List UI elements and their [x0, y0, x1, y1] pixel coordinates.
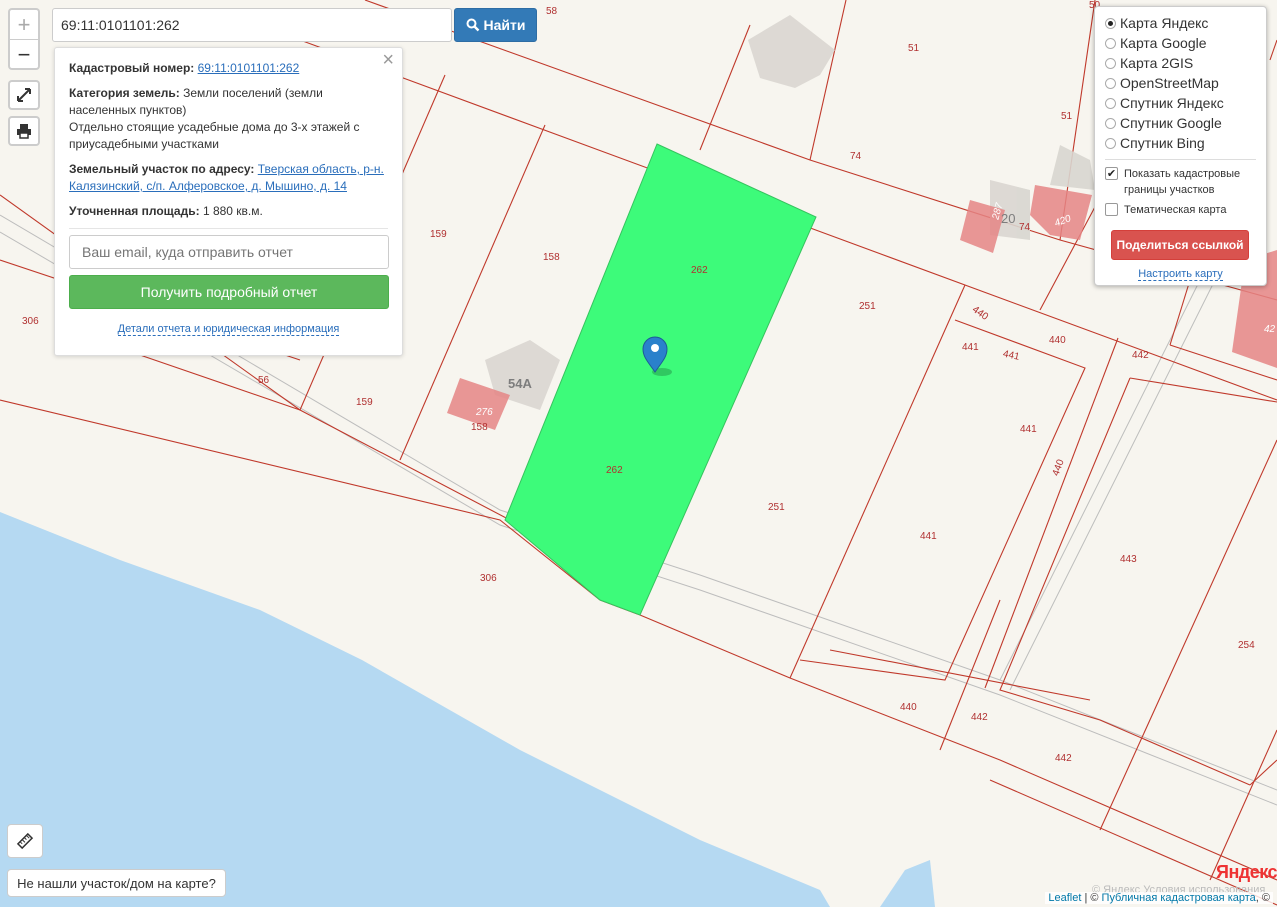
- building-label: 276: [475, 407, 493, 418]
- layer-option-label: Карта Яндекс: [1120, 15, 1209, 31]
- email-field[interactable]: [69, 235, 389, 269]
- address-label: Земельный участок по адресу:: [69, 162, 255, 176]
- zoom-out-button[interactable]: −: [10, 40, 38, 69]
- thematic-map-label: Тематическая карта: [1124, 204, 1227, 216]
- measure-button[interactable]: [7, 824, 43, 858]
- plot-label: 442: [1132, 350, 1149, 361]
- plot-label: 51: [908, 43, 920, 54]
- show-borders-label: Показать кадастровые границы участков: [1124, 168, 1241, 196]
- layer-switcher: Карта Яндекс Карта Google Карта 2GIS Ope…: [1094, 6, 1267, 286]
- address-row: Земельный участок по адресу: Тверская об…: [69, 161, 388, 195]
- layer-option-label: Спутник Google: [1120, 115, 1222, 131]
- radio-icon: [1105, 137, 1116, 149]
- search-button[interactable]: Найти: [454, 8, 537, 42]
- report-details-link[interactable]: Детали отчета и юридическая информация: [117, 323, 340, 336]
- layer-option-2gis-map[interactable]: Карта 2GIS: [1105, 53, 1256, 73]
- plot-label: 441: [1020, 424, 1037, 435]
- search-icon: [466, 18, 479, 32]
- print-button[interactable]: [8, 116, 40, 146]
- plot-info-popup: × Кадастровый номер: 69:11:0101101:262 К…: [54, 47, 403, 356]
- building-label: 42: [1264, 324, 1276, 335]
- radio-icon: [1105, 77, 1116, 89]
- plot-label: 251: [768, 502, 785, 513]
- plot-label: 262: [606, 465, 623, 476]
- plot-label: 74: [1019, 222, 1031, 233]
- fullscreen-icon: [17, 88, 31, 102]
- close-icon[interactable]: ×: [382, 50, 394, 70]
- zoom-control: + −: [8, 8, 40, 70]
- radio-icon: [1105, 37, 1116, 49]
- checkmark-icon: ✔: [1105, 167, 1118, 180]
- get-report-button[interactable]: Получить подробный отчет: [69, 275, 389, 309]
- fullscreen-button[interactable]: [8, 80, 40, 110]
- radio-selected-icon: [1105, 17, 1116, 29]
- layer-option-label: OpenStreetMap: [1120, 75, 1219, 91]
- plot-label: 51: [1061, 111, 1073, 122]
- plot-label: 306: [22, 316, 39, 327]
- layer-option-google-satellite[interactable]: Спутник Google: [1105, 113, 1256, 133]
- layer-option-label: Карта Google: [1120, 35, 1207, 51]
- plot-label: 159: [356, 397, 373, 408]
- area-label: Уточненная площадь:: [69, 204, 200, 218]
- plot-label: 306: [480, 573, 497, 584]
- plot-label: 251: [859, 301, 876, 312]
- show-borders-checkbox[interactable]: ✔ Показать кадастровые границы участков: [1105, 166, 1256, 198]
- plot-label: 440: [1049, 335, 1066, 346]
- attribution-separator: | ©: [1081, 892, 1102, 904]
- layer-option-label: Спутник Яндекс: [1120, 95, 1224, 111]
- plot-label: 442: [971, 712, 988, 723]
- plot-label: 262: [691, 265, 708, 276]
- land-category-label: Категория земель:: [69, 86, 180, 100]
- plot-label: 158: [543, 252, 560, 263]
- pkk-link[interactable]: Публичная кадастровая карта: [1102, 892, 1256, 904]
- search-input[interactable]: [52, 8, 452, 42]
- plot-label: 159: [430, 229, 447, 240]
- search-button-label: Найти: [483, 17, 526, 33]
- layer-option-yandex-satellite[interactable]: Спутник Яндекс: [1105, 93, 1256, 113]
- thematic-map-checkbox[interactable]: Тематическая карта: [1105, 202, 1256, 218]
- plot-label: 441: [962, 342, 979, 353]
- area-value: 1 880 кв.м.: [202, 204, 263, 218]
- radio-icon: [1105, 117, 1116, 129]
- land-category-row: Категория земель: Земли поселений (земли…: [69, 85, 388, 153]
- cadastral-number-row: Кадастровый номер: 69:11:0101101:262: [69, 60, 388, 77]
- plot-label: 442: [1055, 753, 1072, 764]
- plot-label: 158: [471, 422, 488, 433]
- plot-label: 56: [258, 375, 270, 386]
- checkbox-empty-icon: [1105, 203, 1118, 216]
- plot-label: 440: [900, 702, 917, 713]
- printer-icon: [17, 124, 31, 139]
- building-label: 54А: [508, 376, 532, 391]
- cadastral-number-label: Кадастровый номер:: [69, 61, 195, 75]
- area-row: Уточненная площадь: 1 880 кв.м.: [69, 203, 388, 220]
- plot-label: 58: [546, 6, 558, 17]
- ruler-icon: [16, 832, 34, 850]
- layer-option-label: Спутник Bing: [1120, 135, 1205, 151]
- plot-label: 441: [920, 531, 937, 542]
- layer-option-yandex-map[interactable]: Карта Яндекс: [1105, 13, 1256, 33]
- leaflet-link[interactable]: Leaflet: [1048, 892, 1081, 904]
- divider: [69, 228, 388, 229]
- divider: [1105, 159, 1256, 160]
- land-use-text: Отдельно стоящие усадебные дома до 3-х э…: [69, 120, 360, 151]
- layer-option-bing-satellite[interactable]: Спутник Bing: [1105, 133, 1256, 153]
- layer-option-label: Карта 2GIS: [1120, 55, 1194, 71]
- building-label: 20: [1001, 211, 1015, 226]
- zoom-in-button[interactable]: +: [10, 10, 38, 40]
- radio-icon: [1105, 97, 1116, 109]
- plot-label: 254: [1238, 640, 1255, 651]
- not-found-button[interactable]: Не нашли участок/дом на карте?: [7, 869, 226, 897]
- map-attribution: Leaflet | © Публичная кадастровая карта,…: [1045, 892, 1273, 904]
- attribution-tail: , ©: [1255, 892, 1270, 904]
- cadastral-number-link[interactable]: 69:11:0101101:262: [198, 61, 300, 75]
- yandex-logo: Яндекс: [1216, 862, 1277, 882]
- radio-icon: [1105, 57, 1116, 69]
- share-link-button[interactable]: Поделиться ссылкой: [1111, 230, 1249, 260]
- plot-label: 443: [1120, 554, 1137, 565]
- layer-option-google-map[interactable]: Карта Google: [1105, 33, 1256, 53]
- layer-option-openstreetmap[interactable]: OpenStreetMap: [1105, 73, 1256, 93]
- plot-label: 74: [850, 151, 862, 162]
- configure-map-link[interactable]: Настроить карту: [1138, 268, 1223, 281]
